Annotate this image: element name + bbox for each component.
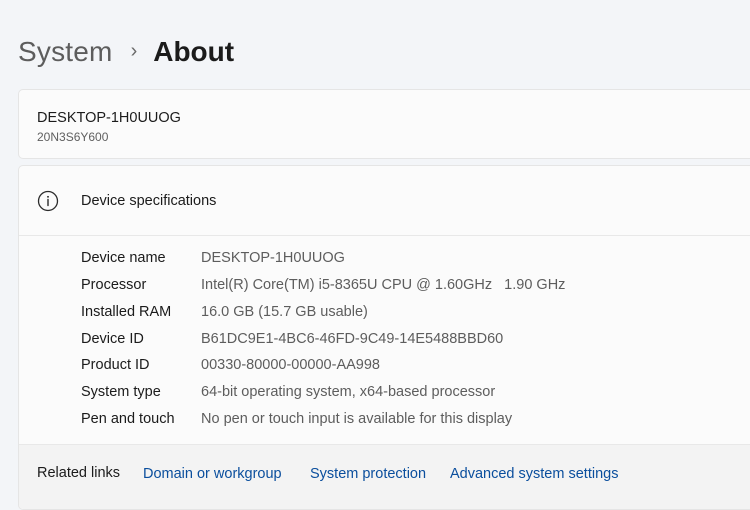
spec-label: Device name — [81, 250, 166, 266]
spec-label: Product ID — [81, 357, 150, 373]
spec-row-device-id: Device ID B61DC9E1-4BC6-46FD-9C49-14E548… — [81, 329, 503, 349]
spec-label: System type — [81, 384, 161, 400]
spec-row-product-id: Product ID 00330-80000-00000-AA998 — [81, 355, 380, 375]
breadcrumb: System › About — [18, 30, 234, 74]
device-specifications-header[interactable]: Device specifications — [19, 166, 750, 236]
spec-label: Device ID — [81, 331, 144, 347]
spec-row-system-type: System type 64-bit operating system, x64… — [81, 382, 495, 402]
spec-value: 64-bit operating system, x64-based proce… — [201, 384, 496, 400]
spec-value: No pen or touch input is available for t… — [201, 411, 513, 427]
spec-value: DESKTOP-1H0UUOG — [201, 250, 345, 266]
device-name: DESKTOP-1H0UUOG — [37, 110, 181, 126]
related-links-bar: Related links Domain or workgroup System… — [19, 444, 750, 509]
spec-row-installed-ram: Installed RAM 16.0 GB (15.7 GB usable) — [81, 302, 368, 322]
spec-row-device-name: Device name DESKTOP-1H0UUOG — [81, 248, 345, 268]
device-name-card: DESKTOP-1H0UUOG 20N3S6Y600 — [18, 89, 750, 159]
device-specifications-title: Device specifications — [81, 193, 217, 209]
spec-value: 00330-80000-00000-AA998 — [201, 357, 380, 373]
device-model: 20N3S6Y600 — [37, 130, 109, 144]
breadcrumb-system[interactable]: System — [18, 36, 113, 68]
related-links-label: Related links — [37, 465, 121, 481]
spec-row-processor: Processor Intel(R) Core(TM) i5-8365U CPU… — [81, 275, 565, 295]
spec-label: Pen and touch — [81, 411, 175, 427]
spec-label: Installed RAM — [81, 304, 172, 320]
domain-or-workgroup-link[interactable]: Domain or workgroup — [143, 466, 282, 482]
page-title: About — [153, 36, 235, 67]
breadcrumb-chevron-icon: › — [130, 39, 138, 62]
spec-value: 16.0 GB (15.7 GB usable) — [201, 304, 368, 320]
spec-value: B61DC9E1-4BC6-46FD-9C49-14E5488BBD60 — [201, 331, 504, 347]
system-protection-link[interactable]: System protection — [310, 466, 426, 482]
spec-label: Processor — [81, 277, 147, 293]
spec-row-pen-and-touch: Pen and touch No pen or touch input is a… — [81, 409, 512, 429]
info-icon — [37, 190, 59, 212]
device-specifications-card: Device specifications Device name DESKTO… — [18, 165, 750, 510]
spec-value: Intel(R) Core(TM) i5-8365U CPU @ 1.60GHz… — [201, 277, 566, 293]
advanced-system-settings-link[interactable]: Advanced system settings — [450, 466, 618, 482]
